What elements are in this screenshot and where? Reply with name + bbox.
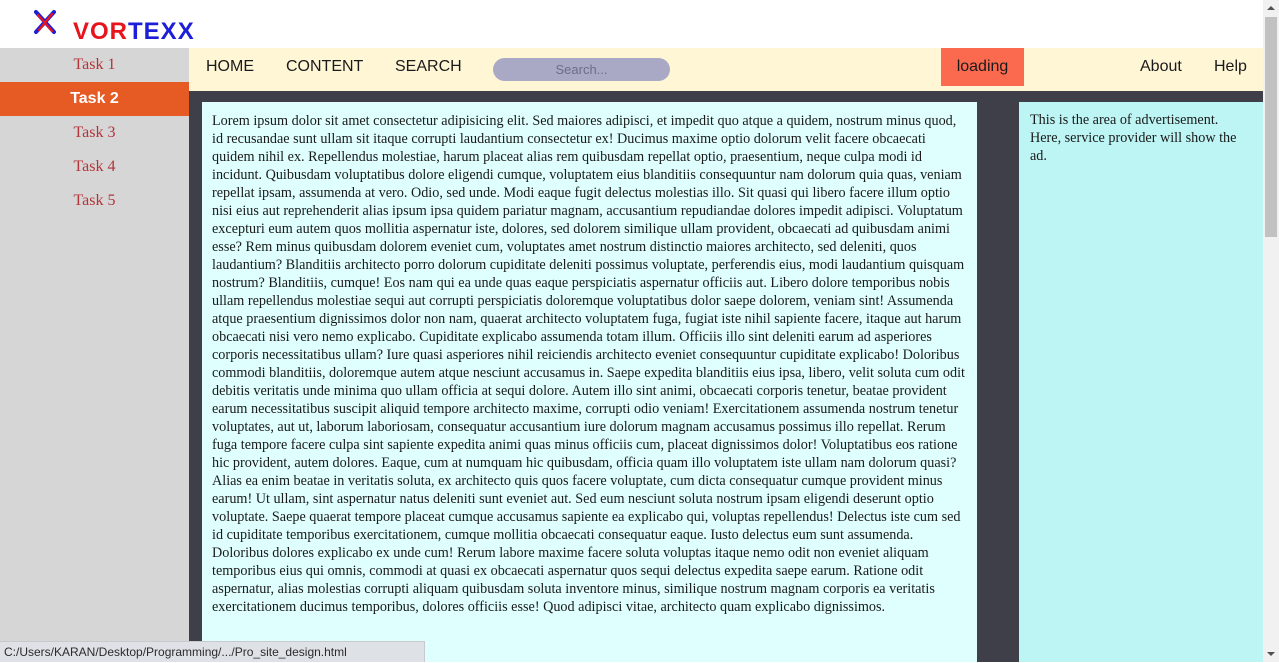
nav-help-link[interactable]: Help [1214,48,1247,91]
article-text: Lorem ipsum dolor sit amet consectetur a… [202,102,977,662]
sidebar-item-task-3[interactable]: Task 3 [0,116,189,150]
sidebar-item-task-5[interactable]: Task 5 [0,184,189,218]
nav-search-link[interactable]: SEARCH [395,48,462,91]
brand-name: VORTEXX [73,17,195,47]
search-input[interactable] [493,58,670,81]
status-bar-url: C:/Users/KARAN/Desktop/Programming/.../P… [0,641,425,662]
sidebar: Task 1 Task 2 Task 3 Task 4 Task 5 [0,48,189,662]
sidebar-item-task-2[interactable]: Task 2 [0,82,189,116]
top-nav: HOME CONTENT SEARCH loading About Help [189,48,1263,91]
sidebar-item-task-1[interactable]: Task 1 [0,48,189,82]
scroll-down-arrow-icon[interactable] [1263,646,1279,662]
loading-button[interactable]: loading [941,48,1024,86]
scroll-up-arrow-icon[interactable] [1263,0,1279,16]
nav-home-link[interactable]: HOME [206,48,254,91]
content-frame: Lorem ipsum dolor sit amet consectetur a… [189,91,1263,662]
x-logo-icon[interactable] [32,9,58,35]
site-header: VORTEXX [0,0,1263,48]
advertisement-panel: This is the area of advertisement. Here,… [1019,102,1263,662]
nav-about-link[interactable]: About [1140,48,1182,91]
brand-name-blue: TEXX [128,18,195,45]
brand-name-red: VOR [73,18,129,45]
vertical-scrollbar[interactable] [1263,0,1279,662]
sidebar-item-task-4[interactable]: Task 4 [0,150,189,184]
nav-content-link[interactable]: CONTENT [286,48,363,91]
scrollbar-thumb[interactable] [1265,17,1277,237]
